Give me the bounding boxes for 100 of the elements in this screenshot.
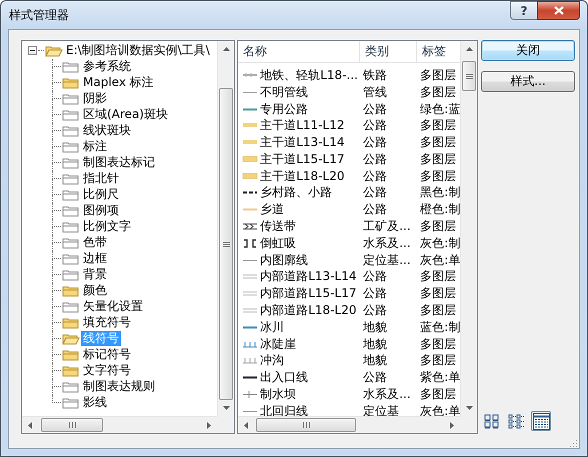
category-cell-text: 公路 <box>362 201 388 218</box>
styles-button[interactable]: 样式... <box>481 71 575 92</box>
tree-item[interactable]: 边框 <box>81 251 109 266</box>
tag-cell-text: 橙色:制 <box>419 201 460 218</box>
tree-item[interactable]: 阴影 <box>81 91 109 106</box>
vertical-scrollbar[interactable] <box>217 41 234 416</box>
tag-cell-text: 灰色:制 <box>419 234 460 252</box>
tag-cell-text: 多图层 <box>419 268 458 286</box>
collapse-icon[interactable] <box>28 46 37 55</box>
horizontal-scrollbar[interactable] <box>238 416 460 433</box>
symbol-name[interactable]: 冰陡崖 <box>260 336 296 353</box>
tag-cell-text: 多图层 <box>419 84 458 101</box>
category-cell-text: 水系及... <box>362 386 412 404</box>
tag-cell-text: 多图层 <box>419 168 458 185</box>
tree-item[interactable]: 比例文字 <box>81 219 133 234</box>
scroll-thumb[interactable] <box>462 61 476 91</box>
tree-item[interactable]: 影线 <box>81 395 109 410</box>
horizontal-scrollbar[interactable] <box>22 416 218 433</box>
symbol-name[interactable]: 传送带 <box>260 218 296 236</box>
scroll-thumb[interactable] <box>256 418 356 432</box>
symbol-name[interactable]: 地铁、轻轨L18-... <box>260 66 358 84</box>
tree-item[interactable]: 填充符号 <box>81 315 133 330</box>
symbol-name[interactable]: 出入口线 <box>260 369 308 386</box>
symbol-name[interactable]: 冲沟 <box>260 352 284 370</box>
category-cell-text: 水系及... <box>362 234 412 252</box>
tag-cell-text: 多图层 <box>419 134 458 152</box>
tag-cell-text: 绿色:蓝 <box>419 100 460 118</box>
symbol-name[interactable]: 主干道L18-L20 <box>260 168 344 185</box>
symbol-name[interactable]: 倒虹吸 <box>260 234 296 252</box>
scroll-left-icon[interactable] <box>244 422 248 429</box>
category-cell-text: 管线 <box>362 84 388 101</box>
vertical-scrollbar[interactable] <box>460 41 477 416</box>
symbol-name[interactable]: 内图廓线 <box>260 252 308 269</box>
tree-item[interactable]: 文字符号 <box>81 363 133 378</box>
tree-item[interactable]: Maplex 标注 <box>81 75 156 90</box>
close-button[interactable] <box>537 1 580 20</box>
tree-item[interactable]: 区域(Area)斑块 <box>81 107 170 122</box>
tree-item[interactable]: 参考系统 <box>81 59 133 74</box>
tag-cell-text: 灰色:单 <box>419 252 460 269</box>
scroll-down-icon[interactable] <box>466 406 473 410</box>
tree-item[interactable]: 制图表达规则 <box>81 379 157 394</box>
tag-cell-text: 多图层 <box>419 302 458 320</box>
symbol-name[interactable]: 北回归线 <box>260 402 308 416</box>
tag-cell-text: 多图层 <box>419 352 458 370</box>
column-header[interactable]: 类别 <box>360 41 418 62</box>
tree-item[interactable]: 标注 <box>81 139 109 154</box>
column-header[interactable]: 名称 <box>238 41 360 62</box>
symbol-name[interactable]: 不明管线 <box>260 84 308 101</box>
tag-cell-text: 黑色:制 <box>419 184 460 202</box>
category-cell-text: 铁路 <box>362 66 388 84</box>
symbol-name[interactable]: 主干道L13-L14 <box>260 134 344 152</box>
symbol-name[interactable]: 制水坝 <box>260 386 296 404</box>
help-button[interactable]: ? <box>510 1 537 20</box>
symbol-name[interactable]: 冰川 <box>260 318 284 336</box>
category-cell-text: 公路 <box>362 134 388 152</box>
category-cell-text: 公路 <box>362 268 388 286</box>
tree-item[interactable]: 矢量化设置 <box>81 299 145 314</box>
details-view-icon[interactable] <box>531 411 551 431</box>
symbol-name[interactable]: 内部道路L13-L14 <box>260 268 356 286</box>
tree-item[interactable]: 制图表达标记 <box>81 155 157 170</box>
tag-cell-text: 蓝色:制 <box>419 318 460 336</box>
category-cell-text: 工矿及... <box>362 218 412 236</box>
category-cell-text: 地貌 <box>362 336 388 353</box>
category-cell-text: 公路 <box>362 168 388 185</box>
scroll-thumb[interactable] <box>41 418 103 432</box>
category-cell-text: 地貌 <box>362 352 388 370</box>
close-dialog-button[interactable]: 关闭 <box>481 40 575 61</box>
scroll-right-icon[interactable] <box>207 422 212 429</box>
resize-grip-icon[interactable] <box>570 439 578 447</box>
category-cell-text: 公路 <box>362 150 388 168</box>
tree-item[interactable]: 颜色 <box>81 283 109 298</box>
symbol-name[interactable]: 专用公路 <box>260 100 308 118</box>
tree-item[interactable]: 图例项 <box>81 203 121 218</box>
symbol-name[interactable]: 主干道L15-L17 <box>260 150 344 168</box>
scroll-up-icon[interactable] <box>223 47 230 51</box>
category-cell-text: 公路 <box>362 184 388 202</box>
symbol-name[interactable]: 主干道L11-L12 <box>260 117 344 134</box>
tag-cell-text: 多图层 <box>419 218 458 236</box>
scroll-up-icon[interactable] <box>466 47 473 51</box>
tree-item[interactable]: 比例尺 <box>81 187 121 202</box>
symbol-name[interactable]: 内部道路L18-L20 <box>260 302 356 320</box>
tree-item[interactable]: 线状斑块 <box>81 123 133 138</box>
tag-cell-text: 灰色:单 <box>419 402 460 416</box>
scroll-right-icon[interactable] <box>450 422 454 429</box>
tag-cell-text: 多图层 <box>419 336 458 353</box>
symbol-name[interactable]: 乡道 <box>260 201 284 218</box>
column-header[interactable]: 标签 <box>417 41 460 62</box>
scroll-thumb[interactable] <box>219 88 234 400</box>
tree-item[interactable]: E:\制图培训数据实例\工具\ <box>64 43 212 58</box>
category-cell-text: 公路 <box>362 117 388 134</box>
symbol-name[interactable]: 内部道路L15-L17 <box>260 285 356 302</box>
tree-item[interactable]: 指北针 <box>81 171 121 186</box>
symbol-name[interactable]: 乡村路、小路 <box>260 184 332 202</box>
scroll-down-icon[interactable] <box>223 406 230 410</box>
tree-item[interactable]: 背景 <box>81 267 109 282</box>
window-title: 样式管理器 <box>8 6 69 24</box>
tag-cell-text: 紫色:单 <box>419 369 460 386</box>
tree-item[interactable]: 标记符号 <box>81 347 133 362</box>
scroll-left-icon[interactable] <box>28 422 32 429</box>
tree-item[interactable]: 色带 <box>81 235 109 250</box>
